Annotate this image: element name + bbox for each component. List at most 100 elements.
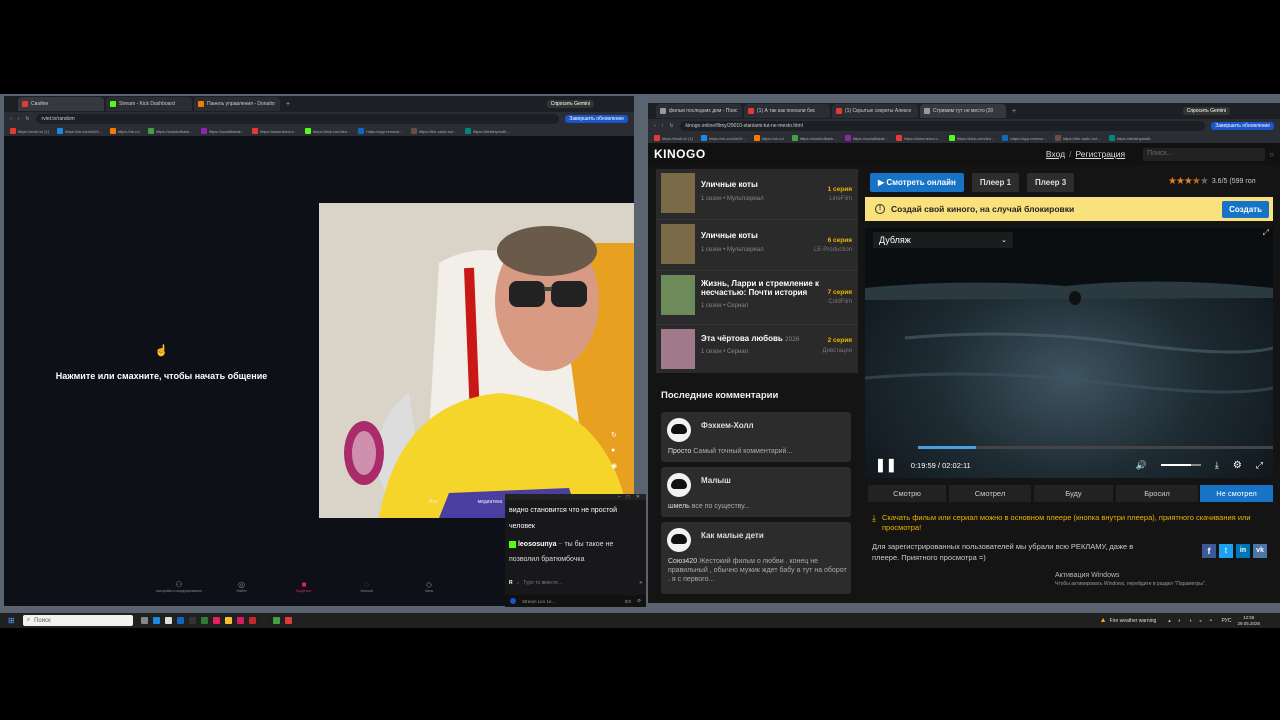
bookmark-item[interactable]: https://the-radio.ru/r...: [410, 128, 457, 134]
comment-title[interactable]: Как малые дети: [701, 531, 764, 540]
close-icon[interactable]: ✕: [636, 494, 640, 500]
bookmark-item[interactable]: https://kick.com/leo...: [949, 135, 994, 141]
send-icon[interactable]: ➤: [639, 580, 643, 586]
new-tab-button[interactable]: +: [286, 101, 290, 108]
twitter-icon[interactable]: t: [1219, 544, 1233, 558]
cam-filter-all[interactable]: Все: [429, 499, 438, 505]
nav-chats[interactable]: ◇ Чаты: [404, 580, 454, 593]
mic-icon[interactable]: ♪: [517, 580, 520, 586]
site-logo[interactable]: KINOGO: [654, 147, 706, 161]
bookmark-item[interactable]: https://worldofbank...: [791, 135, 837, 141]
bookmark-item[interactable]: https://worldofbank...: [147, 128, 193, 134]
bookmark-item[interactable]: https://ok.ru/: [753, 135, 784, 141]
bookmark-item[interactable]: https://mail.ru/ (1): [654, 135, 693, 141]
facebook-icon[interactable]: f: [1202, 544, 1216, 558]
status-tab-dropped[interactable]: Бросил: [1116, 485, 1198, 502]
bookmark-item[interactable]: https://www.tenor.c...: [252, 128, 297, 134]
language-indicator[interactable]: РУС: [1221, 618, 1231, 624]
bookmark-item[interactable]: https://vk.com/id19...: [701, 135, 746, 141]
new-tab-button[interactable]: +: [1012, 108, 1016, 115]
linkedin-icon[interactable]: in: [1236, 544, 1250, 558]
right-tab-1[interactable]: (1) А так как поехали бис: [744, 104, 830, 118]
cam-filter-media[interactable]: медиатека: [478, 499, 503, 505]
minimize-icon[interactable]: –: [618, 494, 621, 500]
gemini-button[interactable]: Спросить Gemini: [1182, 107, 1230, 115]
right-tab-0[interactable]: фильм последних дом - Поис: [656, 104, 742, 118]
bookmark-item[interactable]: https://destinyandli...: [464, 128, 509, 134]
list-item[interactable]: Эта чёртова любовь 2026 1 сезон • Сериал…: [656, 325, 858, 373]
item-title[interactable]: Уличные коты: [701, 231, 811, 240]
left-tab-1[interactable]: Stream - Kick Dashboard: [106, 97, 192, 111]
player-3-button[interactable]: Плеер 3: [1027, 173, 1075, 192]
update-button[interactable]: Завершить обновление: [1211, 122, 1274, 130]
url-input[interactable]: kinogo.online/filmy/29010-stanlami-tut-n…: [679, 121, 1206, 131]
list-item[interactable]: Жизнь, Ларри и стремление к несчастью: П…: [656, 271, 858, 325]
comment-card[interactable]: Фэхкем-Холл Просто Самый точный коммента…: [661, 412, 851, 462]
bookmark-item[interactable]: https://app.remove...: [1002, 135, 1047, 141]
comment-user[interactable]: Просто: [668, 448, 691, 455]
vk-icon[interactable]: vk: [1253, 544, 1267, 558]
list-item[interactable]: Уличные коты 1 сезон • Мультсериал 1 сер…: [656, 169, 858, 220]
video-player[interactable]: Дубляж ⌄ ⤢: [864, 228, 1274, 478]
comment-user[interactable]: шмель: [668, 503, 690, 510]
fullscreen-icon[interactable]: ⤢: [1256, 460, 1263, 471]
list-item[interactable]: Уличные коты 1 сезон • Мультсериал 6 сер…: [656, 220, 858, 271]
reload-icon[interactable]: ↻: [669, 123, 673, 129]
progress-track[interactable]: [918, 446, 1273, 449]
settings-icon[interactable]: ⚙: [1233, 460, 1242, 471]
maximize-icon[interactable]: □: [627, 494, 630, 500]
search-input[interactable]: Поиск...: [1143, 147, 1266, 161]
right-tab-3[interactable]: Стримим тут не место (20: [920, 104, 1006, 118]
bookmark-item[interactable]: https://destinyandli...: [1108, 135, 1153, 141]
item-title[interactable]: Жизнь, Ларри и стремление к несчастью: П…: [701, 279, 821, 297]
chrome-icon[interactable]: [273, 617, 281, 624]
comment-card[interactable]: Как малые дети Союз420 Жестокий фильм о …: [661, 522, 851, 594]
files-icon[interactable]: [165, 617, 173, 624]
status-tab-watching[interactable]: Смотрю: [868, 485, 946, 502]
bookmark-item[interactable]: https://app.remove...: [358, 128, 403, 134]
rotate-icon[interactable]: ↻: [611, 431, 617, 439]
comment-title[interactable]: Фэхкем-Холл: [701, 421, 754, 430]
left-tab-2[interactable]: Панель управления - Donatio: [194, 97, 280, 111]
search-icon[interactable]: ○: [1269, 150, 1274, 159]
start-prompt[interactable]: ☝ Нажмите или смахните, чтобы начать общ…: [4, 344, 319, 381]
dot-icon[interactable]: ●: [611, 447, 617, 454]
rating-stars[interactable]: ★★★★★: [1168, 176, 1209, 187]
status-tab-watched[interactable]: Смотрел: [949, 485, 1031, 502]
taskbar-search[interactable]: ⌕ Поиск: [22, 615, 133, 626]
status-tab-not-watched[interactable]: Не смотрел: [1200, 485, 1273, 502]
nav-settings[interactable]: ⚇ настройки и модерирование: [154, 580, 204, 593]
weather-text[interactable]: Fire weather warning: [1110, 618, 1157, 624]
dub-select[interactable]: Дубляж ⌄: [873, 232, 1013, 248]
bookmark-item[interactable]: https://www.tenor.c...: [896, 135, 941, 141]
settings-icon[interactable]: ⚙: [637, 598, 641, 604]
app-icon[interactable]: [201, 617, 209, 624]
mic-icon[interactable]: ◉: [611, 462, 617, 470]
reload-icon[interactable]: ↻: [25, 116, 29, 122]
url-input[interactable]: rviet.tv/random: [35, 114, 560, 124]
fullscreen-corner-icon[interactable]: ⤢: [1263, 228, 1269, 238]
update-button[interactable]: Завершить обновление: [565, 115, 628, 123]
register-link[interactable]: Регистрация: [1075, 149, 1125, 159]
clock[interactable]: 12:55 29.05.2026: [1237, 615, 1260, 627]
chat-username[interactable]: leososunya: [518, 541, 557, 548]
tray-icons[interactable]: ▴ ◐ ◑ ◒ ◓: [1168, 618, 1215, 624]
bookmark-item[interactable]: https://mail.ru/ (1): [10, 128, 49, 134]
status-tab-will-watch[interactable]: Буду: [1034, 485, 1113, 502]
bookmark-item[interactable]: https://kick.com/leo...: [305, 128, 350, 134]
volume-slider[interactable]: [1160, 464, 1201, 466]
back-icon[interactable]: ‹: [654, 123, 656, 129]
player-1-button[interactable]: Плеер 1: [971, 173, 1020, 192]
steam-icon[interactable]: [177, 617, 185, 624]
pause-icon[interactable]: ❚❚: [875, 457, 897, 473]
app-icon[interactable]: [261, 617, 269, 624]
create-button[interactable]: Создать: [1222, 200, 1269, 218]
item-title[interactable]: Уличные коты: [701, 180, 811, 189]
chat-input[interactable]: Туре то вместе...: [523, 580, 635, 586]
back-icon[interactable]: ‹: [10, 116, 12, 122]
login-link[interactable]: Вход: [1046, 149, 1065, 159]
bookmark-item[interactable]: https://socialblade...: [844, 135, 888, 141]
app-icon[interactable]: [237, 617, 245, 624]
comment-user[interactable]: Союз420: [668, 558, 697, 565]
left-tab-0[interactable]: Свайпе: [18, 97, 104, 111]
